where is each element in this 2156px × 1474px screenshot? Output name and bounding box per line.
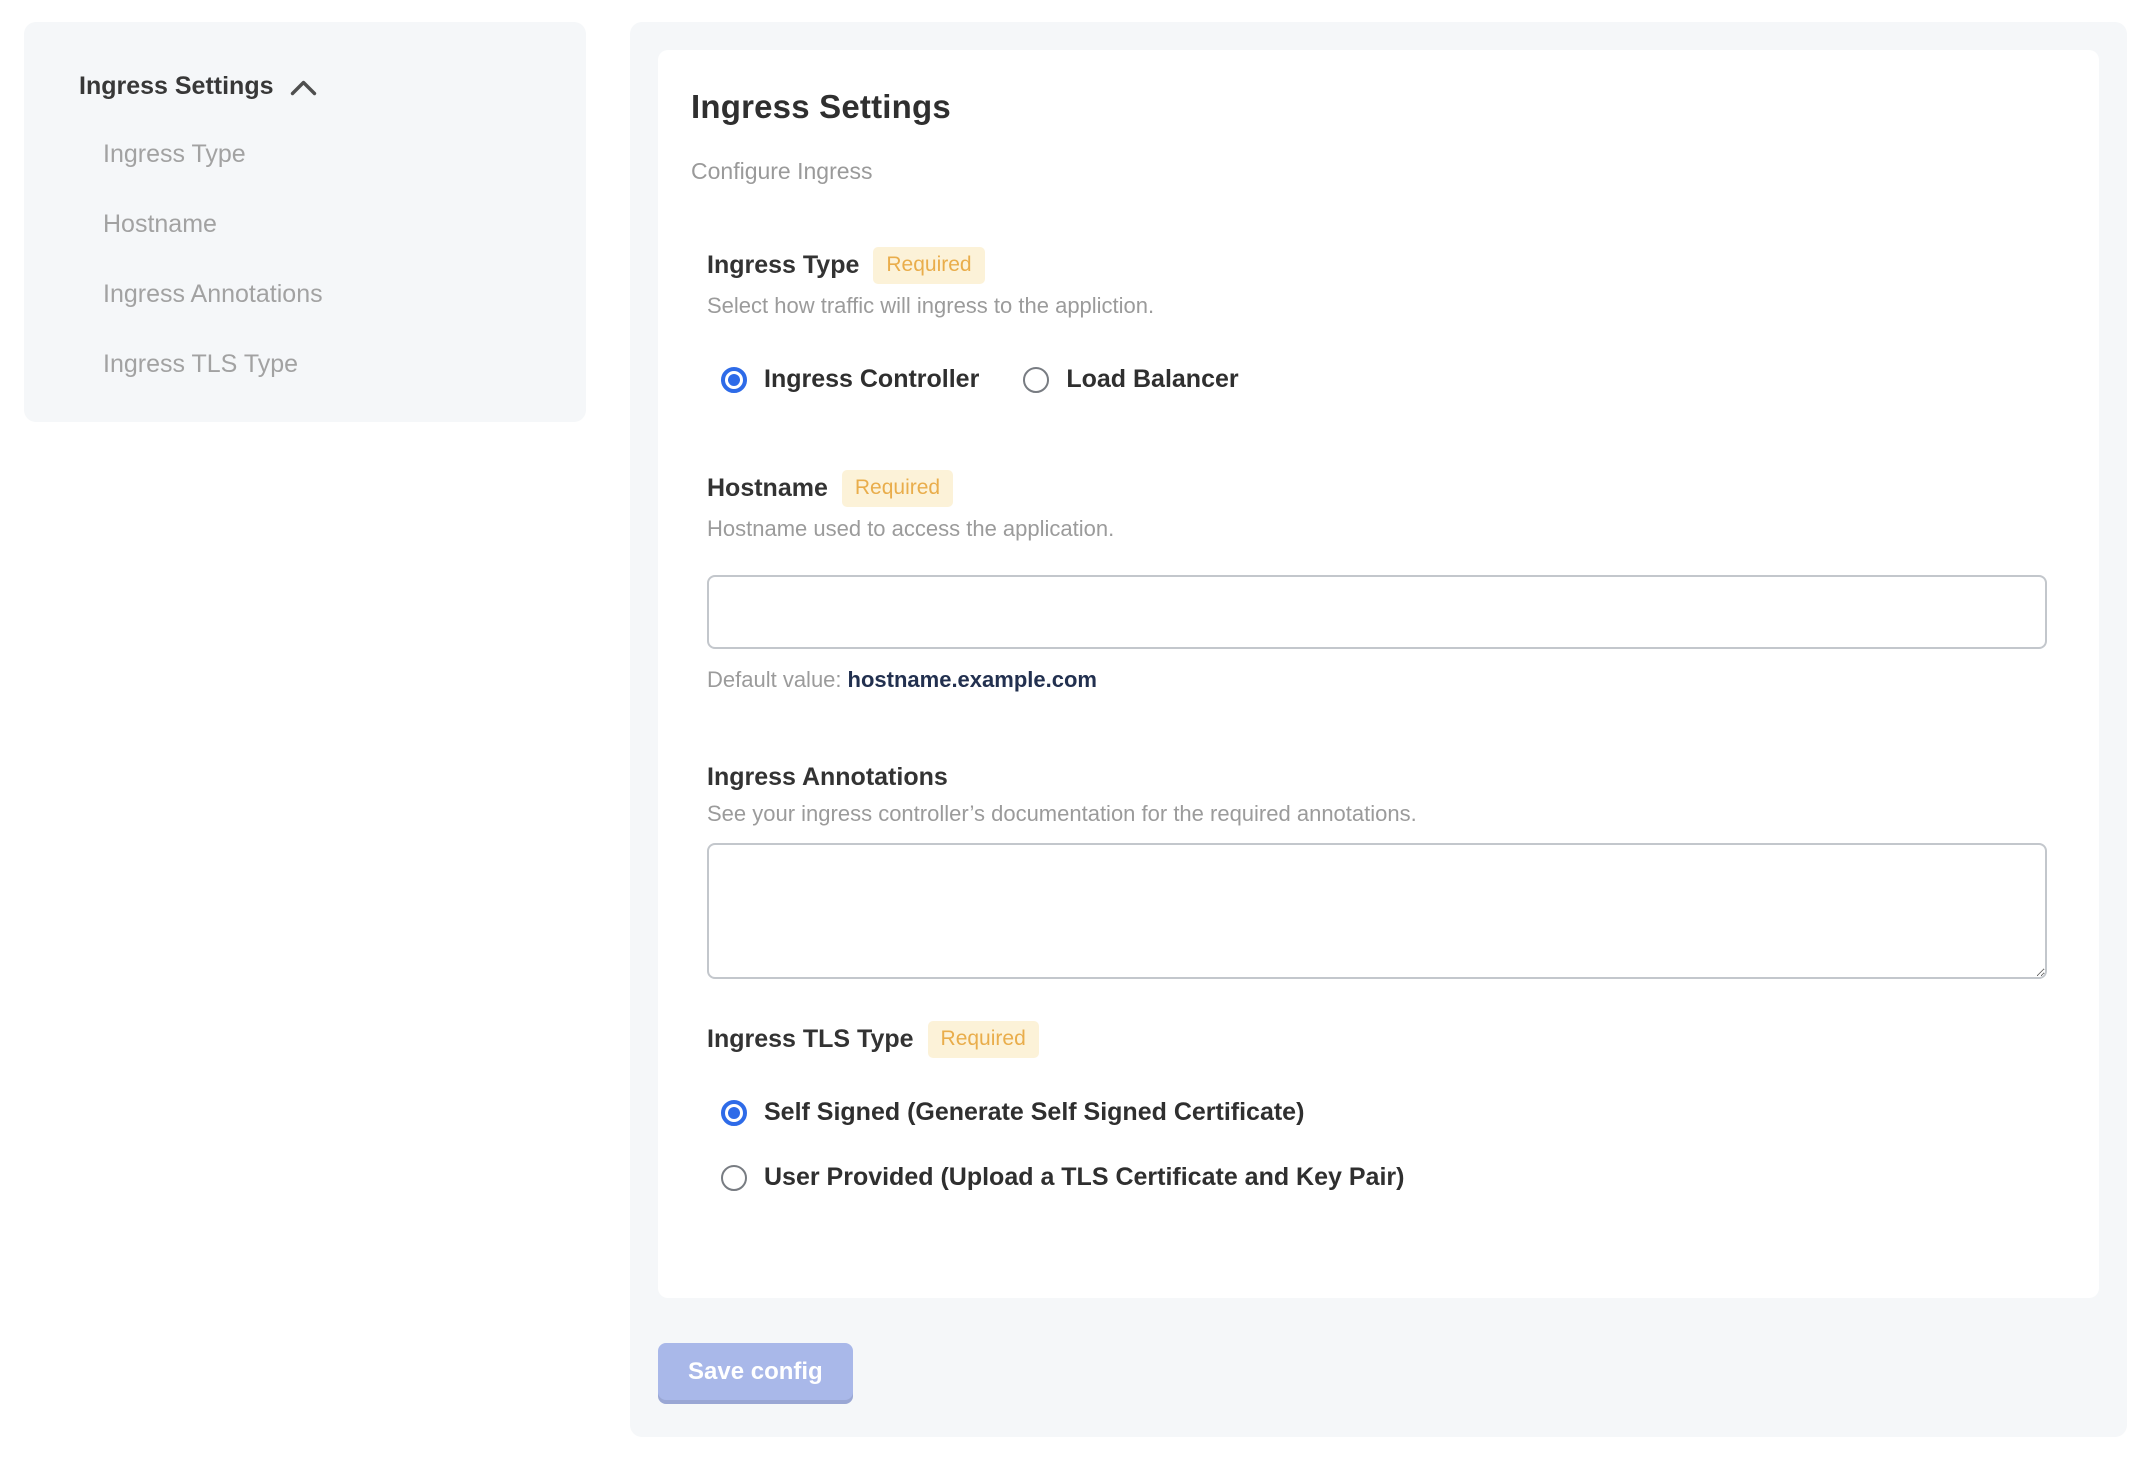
hostname-input[interactable] [707, 575, 2047, 649]
radio-option-user-provided[interactable]: User Provided (Upload a TLS Certificate … [721, 1163, 2049, 1192]
section-ingress-type: Ingress Type Required Select how traffic… [707, 247, 2049, 394]
section-title-hostname: Hostname [707, 474, 828, 502]
sidebar-item-ingress-tls-type[interactable]: Ingress TLS Type [103, 349, 556, 379]
required-badge: Required [927, 1021, 1039, 1058]
section-ingress-annotations: Ingress Annotations See your ingress con… [707, 763, 2049, 979]
radio-label-user-provided: User Provided (Upload a TLS Certificate … [764, 1163, 1405, 1191]
help-text-ingress-type: Select how traffic will ingress to the a… [707, 293, 1155, 318]
sidebar-group-ingress-settings[interactable]: Ingress Settings [79, 72, 556, 101]
section-hostname: Hostname Required Hostname used to acces… [707, 470, 2049, 693]
radio-option-ingress-controller[interactable]: Ingress Controller [721, 365, 979, 394]
default-value-label: Default value: [707, 667, 842, 692]
sidebar-group-title: Ingress Settings [79, 72, 274, 100]
section-title-ingress-tls-type: Ingress TLS Type [707, 1025, 914, 1053]
page-subtitle: Configure Ingress [691, 158, 873, 184]
radio-label-self-signed: Self Signed (Generate Self Signed Certif… [764, 1098, 1305, 1126]
sidebar-nav-list: Ingress Type Hostname Ingress Annotation… [103, 139, 556, 379]
chevron-up-icon [290, 77, 317, 96]
help-text-hostname: Hostname used to access the application. [707, 516, 1115, 541]
sidebar-item-ingress-type[interactable]: Ingress Type [103, 139, 556, 169]
section-title-ingress-type: Ingress Type [707, 251, 860, 279]
help-text-ingress-annotations: See your ingress controller’s documentat… [707, 801, 1417, 826]
save-config-button[interactable]: Save config [658, 1343, 853, 1400]
required-badge: Required [873, 247, 985, 284]
page-title: Ingress Settings [691, 88, 951, 125]
sidebar-item-ingress-annotations[interactable]: Ingress Annotations [103, 279, 556, 309]
radio-option-self-signed[interactable]: Self Signed (Generate Self Signed Certif… [721, 1098, 2049, 1127]
config-page: Ingress Settings Ingress Type Hostname I… [0, 0, 2156, 1474]
required-badge: Required [841, 470, 954, 507]
section-ingress-tls-type: Ingress TLS Type Required Self Signed (G… [707, 1021, 2049, 1192]
hostname-default-line: Default value: hostname.example.com [707, 667, 2049, 693]
ingress-type-radio-group: Ingress Controller Load Balancer [721, 365, 2049, 394]
section-title-ingress-annotations: Ingress Annotations [707, 763, 948, 791]
radio-label-load-balancer: Load Balancer [1066, 365, 1239, 393]
radio-label-ingress-controller: Ingress Controller [764, 365, 980, 393]
default-value-text: hostname.example.com [847, 667, 1097, 692]
form-sections: Ingress Type Required Select how traffic… [707, 247, 2049, 1192]
ingress-annotations-textarea[interactable] [707, 843, 2047, 979]
config-nav-sidebar: Ingress Settings Ingress Type Hostname I… [24, 22, 586, 422]
ingress-settings-card: Ingress Settings Configure Ingress Ingre… [658, 50, 2099, 1298]
radio-button-load-balancer[interactable] [1023, 366, 1050, 393]
radio-button-ingress-controller[interactable] [721, 366, 747, 393]
radio-button-user-provided[interactable] [721, 1164, 747, 1191]
radio-option-load-balancer[interactable]: Load Balancer [1023, 365, 1239, 394]
sidebar-item-hostname[interactable]: Hostname [103, 209, 556, 239]
radio-button-self-signed[interactable] [721, 1099, 747, 1126]
tls-type-radio-group: Self Signed (Generate Self Signed Certif… [721, 1098, 2049, 1192]
config-main-panel: Ingress Settings Configure Ingress Ingre… [630, 22, 2127, 1437]
